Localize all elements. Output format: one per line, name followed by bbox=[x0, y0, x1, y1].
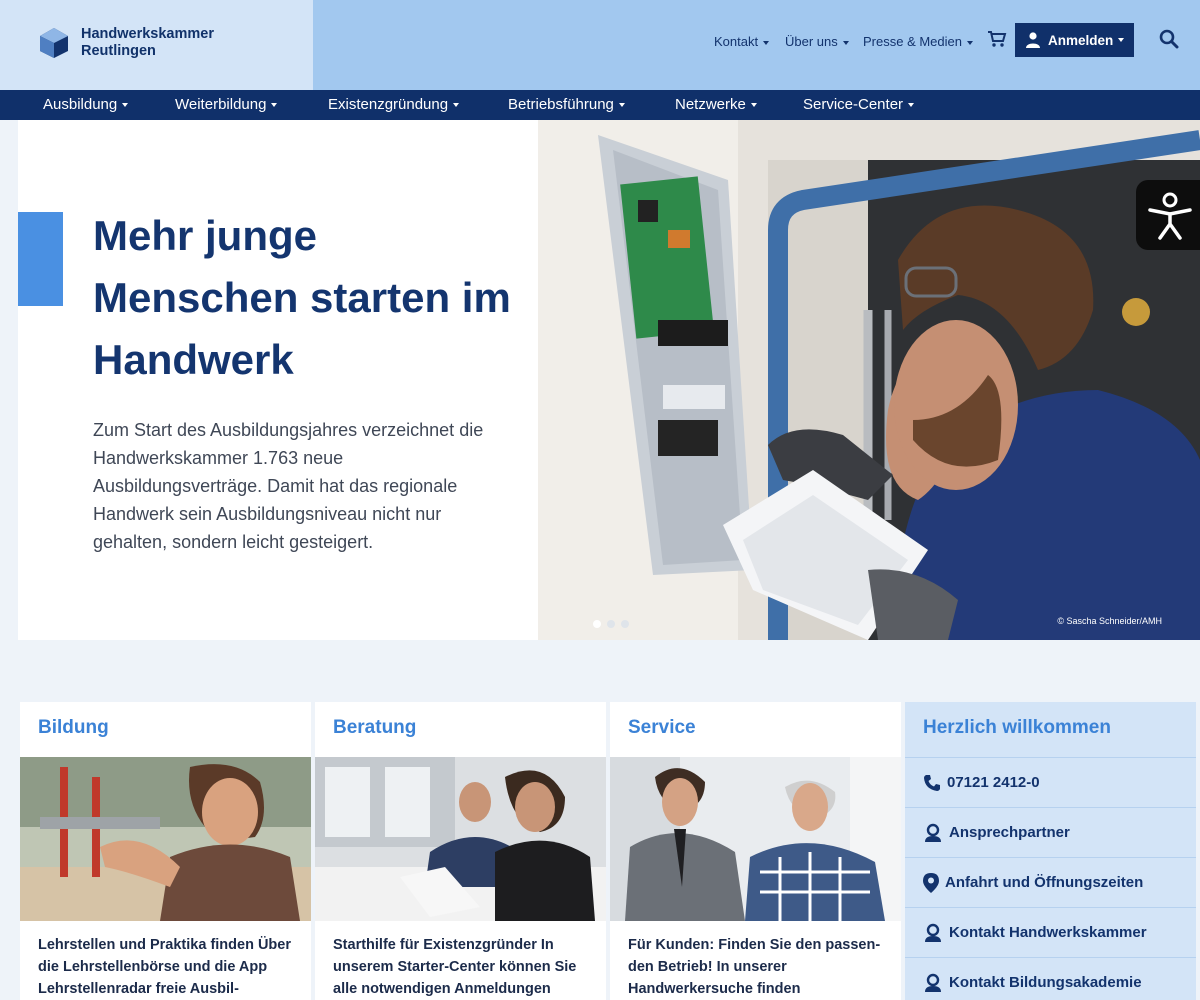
welcome-phone-link[interactable]: 07121 2412-0 bbox=[905, 757, 1196, 807]
card-beratung[interactable]: Beratung Starthilfe für Existenzgründer … bbox=[315, 702, 606, 1000]
accessibility-icon bbox=[1148, 192, 1192, 240]
person-icon bbox=[925, 923, 941, 942]
card-text: Lehrstellen und Praktika finden Über die… bbox=[38, 937, 291, 997]
card-image bbox=[315, 757, 606, 921]
topnav-ueber-uns[interactable]: Über uns bbox=[785, 34, 849, 49]
chevron-down-icon bbox=[908, 103, 915, 108]
nav-label: Betriebsführung bbox=[508, 96, 614, 113]
card-title: Service bbox=[628, 717, 696, 738]
nav-existenzgruendung[interactable]: Existenzgründung bbox=[328, 96, 460, 113]
welcome-title: Herzlich willkommen bbox=[923, 717, 1111, 738]
chevron-down-icon bbox=[750, 103, 757, 108]
nav-netzwerke[interactable]: Netzwerke bbox=[675, 96, 757, 113]
card-image bbox=[610, 757, 901, 921]
person-icon bbox=[925, 823, 941, 842]
welcome-kontakt-akademie-link[interactable]: Kontakt Bildungsakademie bbox=[905, 957, 1196, 1000]
welcome-ansprechpartner-link[interactable]: Ansprechpartner bbox=[905, 807, 1196, 857]
phone-icon bbox=[924, 774, 940, 791]
welcome-row-label: Kontakt Bildungsakademie bbox=[949, 974, 1142, 991]
card-title: Bildung bbox=[38, 717, 109, 738]
card-text: Für Kunden: Finden Sie den passen-den Be… bbox=[628, 937, 881, 997]
hero-teaser[interactable]: Mehr junge Menschen starten im Handwerk … bbox=[18, 120, 1200, 640]
logo-icon bbox=[40, 28, 68, 58]
cart-icon[interactable] bbox=[987, 30, 1007, 48]
logo-line-2: Reutlingen bbox=[81, 43, 156, 59]
photo-credit: © Sascha Schneider/AMH bbox=[1057, 616, 1162, 626]
hero-image: © Sascha Schneider/AMH bbox=[538, 120, 1200, 640]
nav-label: Service-Center bbox=[803, 96, 904, 113]
hero-photo-illustration bbox=[538, 120, 1200, 640]
hero-text: Zum Start des Ausbildungsjahres verzeich… bbox=[93, 420, 484, 552]
header: Handwerkskammer Reutlingen Kontakt Über … bbox=[0, 0, 1200, 90]
login-label: Anmelden bbox=[1048, 32, 1114, 48]
main-navigation: Ausbildung Weiterbildung Existenzgründun… bbox=[0, 90, 1200, 120]
nav-label: Weiterbildung bbox=[175, 96, 267, 113]
hero-accent-bar bbox=[18, 212, 63, 306]
accessibility-button[interactable] bbox=[1136, 180, 1200, 250]
card-photo-illustration bbox=[315, 757, 606, 921]
login-button[interactable]: Anmelden bbox=[1015, 23, 1134, 57]
welcome-anfahrt-link[interactable]: Anfahrt und Öffnungszeiten bbox=[905, 857, 1196, 907]
card-title: Beratung bbox=[333, 717, 417, 738]
topnav-presse-label: Presse & Medien bbox=[863, 34, 962, 49]
carousel-dot[interactable] bbox=[621, 620, 629, 628]
topnav-kontakt-label: Kontakt bbox=[714, 34, 759, 49]
nav-weiterbildung[interactable]: Weiterbildung bbox=[175, 96, 278, 113]
welcome-row-label: Kontakt Handwerkskammer bbox=[949, 924, 1147, 941]
welcome-row-label: Anfahrt und Öffnungszeiten bbox=[945, 874, 1144, 891]
chevron-down-icon bbox=[763, 40, 770, 45]
chevron-down-icon bbox=[1118, 38, 1125, 42]
nav-ausbildung[interactable]: Ausbildung bbox=[43, 96, 129, 113]
welcome-box: Herzlich willkommen 07121 2412-0 Ansprec… bbox=[905, 702, 1196, 1000]
welcome-row-label: Ansprechpartner bbox=[949, 824, 1070, 841]
welcome-kontakt-hwk-link[interactable]: Kontakt Handwerkskammer bbox=[905, 907, 1196, 957]
welcome-row-label: 07121 2412-0 bbox=[947, 774, 1040, 791]
topnav-ueber-uns-label: Über uns bbox=[785, 34, 838, 49]
topnav-kontakt[interactable]: Kontakt bbox=[714, 34, 770, 49]
nav-label: Existenzgründung bbox=[328, 96, 449, 113]
chevron-down-icon bbox=[271, 103, 278, 108]
card-service[interactable]: Service Für Kunden: Finden Sie den passe… bbox=[610, 702, 901, 1000]
card-photo-illustration bbox=[20, 757, 311, 921]
chevron-down-icon bbox=[453, 103, 460, 108]
carousel-dot[interactable] bbox=[607, 620, 615, 628]
person-icon bbox=[925, 973, 941, 992]
chevron-down-icon bbox=[618, 103, 625, 108]
carousel-dots bbox=[593, 620, 629, 628]
nav-service-center[interactable]: Service-Center bbox=[803, 96, 915, 113]
nav-betriebsfuehrung[interactable]: Betriebsführung bbox=[508, 96, 625, 113]
carousel-dot[interactable] bbox=[593, 620, 601, 628]
chevron-down-icon bbox=[842, 40, 849, 45]
hero-title: Mehr junge Menschen starten im Handwerk bbox=[93, 212, 511, 383]
topnav-presse[interactable]: Presse & Medien bbox=[863, 34, 973, 49]
nav-label: Ausbildung bbox=[43, 96, 118, 113]
logo-text: Handwerkskammer Reutlingen bbox=[81, 26, 214, 60]
map-pin-icon bbox=[923, 872, 939, 893]
card-photo-illustration bbox=[610, 757, 901, 921]
search-icon[interactable] bbox=[1159, 29, 1179, 49]
card-text: Starthilfe für Existenzgründer In unsere… bbox=[333, 937, 577, 997]
card-image bbox=[20, 757, 311, 921]
card-bildung[interactable]: Bildung Lehrstellen und Praktika finden … bbox=[20, 702, 311, 1000]
nav-label: Netzwerke bbox=[675, 96, 746, 113]
logo-area[interactable]: Handwerkskammer Reutlingen bbox=[0, 0, 313, 90]
user-icon bbox=[1026, 32, 1040, 48]
chevron-down-icon bbox=[967, 40, 973, 45]
chevron-down-icon bbox=[122, 103, 129, 108]
logo-line-1: Handwerkskammer bbox=[81, 26, 214, 42]
